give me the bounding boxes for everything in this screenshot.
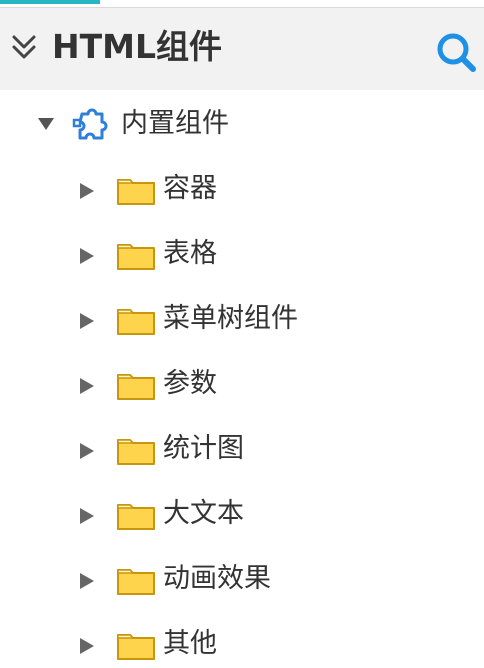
- tree-node-container[interactable]: 容器: [0, 165, 484, 215]
- folder-icon: [116, 239, 156, 271]
- tree-node-label: 参数: [163, 368, 217, 399]
- tree-node-other[interactable]: 其他: [0, 620, 484, 668]
- tree-node-parameters[interactable]: 参数: [0, 360, 484, 410]
- tree-node-label: 统计图: [163, 433, 244, 464]
- tree-node-statistics-chart[interactable]: 统计图: [0, 425, 484, 475]
- caret-right-icon[interactable]: [78, 246, 96, 266]
- tree-node-label: 动画效果: [163, 563, 271, 594]
- panel-header: HTML组件: [0, 8, 484, 90]
- caret-right-icon[interactable]: [78, 506, 96, 526]
- tree-node-label: 大文本: [163, 498, 244, 529]
- folder-icon: [116, 369, 156, 401]
- puzzle-icon: [70, 106, 112, 144]
- top-accent-bar: [0, 0, 100, 4]
- folder-icon: [116, 434, 156, 466]
- tree-node-menu-tree[interactable]: 菜单树组件: [0, 295, 484, 345]
- tree-node-builtin-components[interactable]: 内置组件: [0, 102, 484, 146]
- folder-icon: [116, 629, 156, 661]
- tree-node-label: 其他: [163, 628, 217, 659]
- double-chevron-down-icon[interactable]: [10, 32, 42, 64]
- tree-node-animation-effects[interactable]: 动画效果: [0, 555, 484, 605]
- folder-icon: [116, 174, 156, 206]
- tree-node-label: 容器: [163, 173, 217, 204]
- tree-node-large-text[interactable]: 大文本: [0, 490, 484, 540]
- search-icon[interactable]: [434, 30, 478, 74]
- folder-icon: [116, 304, 156, 336]
- caret-down-icon[interactable]: [36, 116, 56, 132]
- component-panel: HTML组件 内置组件 容器 表格 菜单树组件 参数 统计图 大文本 动画效果 …: [0, 0, 484, 668]
- caret-right-icon[interactable]: [78, 311, 96, 331]
- tree-node-label: 内置组件: [121, 108, 229, 139]
- folder-icon: [116, 564, 156, 596]
- panel-title: HTML组件: [52, 27, 222, 66]
- caret-right-icon[interactable]: [78, 376, 96, 396]
- caret-right-icon[interactable]: [78, 571, 96, 591]
- caret-right-icon[interactable]: [78, 636, 96, 656]
- tree-node-table[interactable]: 表格: [0, 230, 484, 280]
- folder-icon: [116, 499, 156, 531]
- tree-node-label: 表格: [163, 238, 217, 269]
- tree-node-label: 菜单树组件: [163, 303, 298, 334]
- caret-right-icon[interactable]: [78, 441, 96, 461]
- caret-right-icon[interactable]: [78, 181, 96, 201]
